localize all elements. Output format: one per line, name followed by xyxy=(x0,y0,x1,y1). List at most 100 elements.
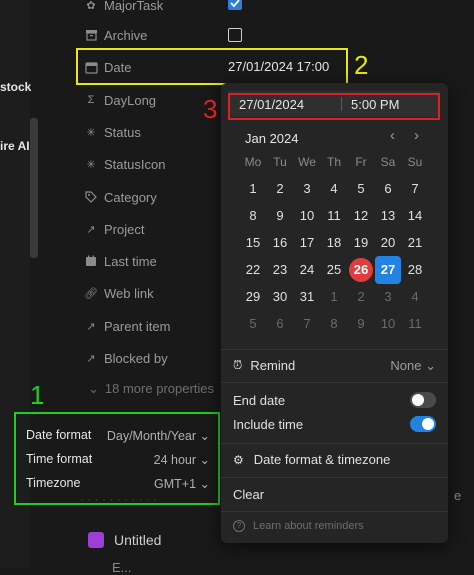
date-format-timezone-row[interactable]: ⚙ Date format & timezone xyxy=(233,452,390,467)
arrow-up-right-icon: ↗ xyxy=(86,352,96,365)
calendar-day[interactable]: 22 xyxy=(240,258,266,282)
calendar-day[interactable]: 10 xyxy=(375,312,401,336)
property-label: Web link xyxy=(104,285,154,301)
clear-button[interactable]: Clear xyxy=(233,487,264,502)
calendar-day[interactable]: 1 xyxy=(240,177,266,201)
next-month-button[interactable]: › xyxy=(414,127,419,144)
date-format-timezone-label: Date format & timezone xyxy=(253,452,391,467)
timezone-row[interactable]: Timezone GMT+1 ⌄ xyxy=(26,476,210,491)
right-fragment: e xyxy=(454,488,462,503)
calendar-day[interactable]: 30 xyxy=(267,285,293,309)
timezone-value: GMT+1 xyxy=(154,477,197,491)
calendar-day[interactable]: 8 xyxy=(240,204,266,228)
date-format-row[interactable]: Date format Day/Month/Year ⌄ xyxy=(26,428,210,443)
include-time-toggle[interactable] xyxy=(410,416,436,432)
calendar-day[interactable]: 14 xyxy=(402,204,428,228)
calendar-day[interactable]: 18 xyxy=(321,231,347,255)
time-format-row[interactable]: Time format 24 hour ⌄ xyxy=(26,452,210,467)
calendar-day[interactable]: 3 xyxy=(375,285,401,309)
learn-reminders-link[interactable]: ? Learn about reminders xyxy=(233,520,364,532)
time-format-label: Time format xyxy=(26,452,93,466)
chevron-down-icon: ⌄ xyxy=(199,453,210,467)
date-format-label: Date format xyxy=(26,428,92,442)
calendar-day[interactable]: 2 xyxy=(348,285,374,309)
left-fragment-1: stock xyxy=(0,80,32,94)
date-format-value: Day/Month/Year xyxy=(106,429,197,443)
prev-month-button[interactable]: ‹ xyxy=(390,127,395,144)
property-category[interactable]: Category xyxy=(84,186,157,208)
majortask-checkbox[interactable] xyxy=(228,0,242,10)
property-label: Archive xyxy=(104,27,148,43)
calendar-day[interactable]: 28 xyxy=(402,258,428,282)
calendar-day[interactable]: 7 xyxy=(294,312,320,336)
calendar-day[interactable]: 15 xyxy=(240,231,266,255)
calendar-day[interactable]: 5 xyxy=(348,177,374,201)
page-link-untitled[interactable]: Untitled xyxy=(88,532,161,548)
time-format-value: 24 hour xyxy=(153,453,197,467)
chevron-down-icon: ⌄ xyxy=(199,429,210,443)
calendar-day[interactable]: 21 xyxy=(402,231,428,255)
calendar-day[interactable]: 23 xyxy=(267,258,293,282)
gear-icon: ⚙ xyxy=(233,452,244,467)
property-archive[interactable]: Archive xyxy=(84,24,147,46)
calendar-day[interactable]: 9 xyxy=(348,312,374,336)
remind-value-text: None xyxy=(390,358,422,373)
calendar-day[interactable]: 4 xyxy=(321,177,347,201)
calendar-day[interactable]: 13 xyxy=(375,204,401,228)
calendar-day[interactable]: 16 xyxy=(267,231,293,255)
calendar-day[interactable]: 8 xyxy=(321,312,347,336)
calendar-day[interactable]: 31 xyxy=(294,285,320,309)
property-majortask[interactable]: ✿ MajorTask xyxy=(84,0,163,16)
calendar-day[interactable]: 12 xyxy=(348,204,374,228)
check-icon xyxy=(230,0,240,8)
calendar-day[interactable]: 26 xyxy=(349,258,373,282)
arrow-up-right-icon: ↗ xyxy=(86,223,96,236)
left-fragment-2: ire AI xyxy=(0,139,30,153)
end-date-toggle[interactable] xyxy=(410,392,436,408)
divider xyxy=(221,382,448,383)
remind-value[interactable]: None ⌄ xyxy=(390,358,436,374)
annotation-number-2: 2 xyxy=(354,50,369,80)
archive-checkbox[interactable] xyxy=(228,28,242,42)
annotation-number-3: 3 xyxy=(203,94,218,124)
scrollbar[interactable] xyxy=(30,118,38,258)
calendar-day[interactable]: 1 xyxy=(321,285,347,309)
more-properties-toggle[interactable]: ⌄ 18 more properties xyxy=(88,381,214,397)
calendar-day[interactable]: 10 xyxy=(294,204,320,228)
calendar-day[interactable]: 9 xyxy=(267,204,293,228)
calendar-day[interactable]: 11 xyxy=(402,312,428,336)
calendar-day[interactable]: 19 xyxy=(348,231,374,255)
calendar-day[interactable]: 2 xyxy=(267,177,293,201)
more-properties-label: 18 more properties xyxy=(104,381,215,396)
calendar-day[interactable]: 27 xyxy=(375,256,401,284)
calendar-day[interactable]: 20 xyxy=(375,231,401,255)
property-label: Status xyxy=(104,124,141,140)
annotation-number-1: 1 xyxy=(30,380,45,410)
property-parent-item[interactable]: ↗ Parent item xyxy=(84,315,170,337)
property-blocked-by[interactable]: ↗ Blocked by xyxy=(84,347,167,369)
property-last-time[interactable]: Last time xyxy=(84,250,157,272)
calendar-day[interactable]: 5 xyxy=(240,312,266,336)
property-project[interactable]: ↗ Project xyxy=(84,218,144,240)
property-label: StatusIcon xyxy=(104,156,166,172)
calendar-day[interactable]: 29 xyxy=(240,285,266,309)
property-status[interactable]: ✳ Status xyxy=(84,121,141,143)
calendar-day[interactable]: 11 xyxy=(321,204,347,228)
calendar-day[interactable]: 3 xyxy=(294,177,320,201)
calendar-day[interactable]: 17 xyxy=(294,231,320,255)
property-statusicon[interactable]: ✳ StatusIcon xyxy=(84,153,165,175)
divider xyxy=(221,477,448,478)
remind-row[interactable]: ⏰︎ Remind xyxy=(233,358,295,373)
learn-label: Learn about reminders xyxy=(253,520,364,532)
property-daylong[interactable]: Σ DayLong xyxy=(84,89,156,111)
property-label: Last time xyxy=(104,253,157,269)
calendar-day[interactable]: 4 xyxy=(402,285,428,309)
property-web-link[interactable]: 🔗︎ Web link xyxy=(84,282,154,304)
end-date-label: End date xyxy=(233,393,286,408)
calendar-day[interactable]: 6 xyxy=(267,312,293,336)
calendar-day[interactable]: 6 xyxy=(375,177,401,201)
calendar-day[interactable]: 25 xyxy=(321,258,347,282)
calendar-day[interactable]: 7 xyxy=(402,177,428,201)
calendar-day[interactable]: 24 xyxy=(294,258,320,282)
help-icon: ? xyxy=(233,520,245,532)
